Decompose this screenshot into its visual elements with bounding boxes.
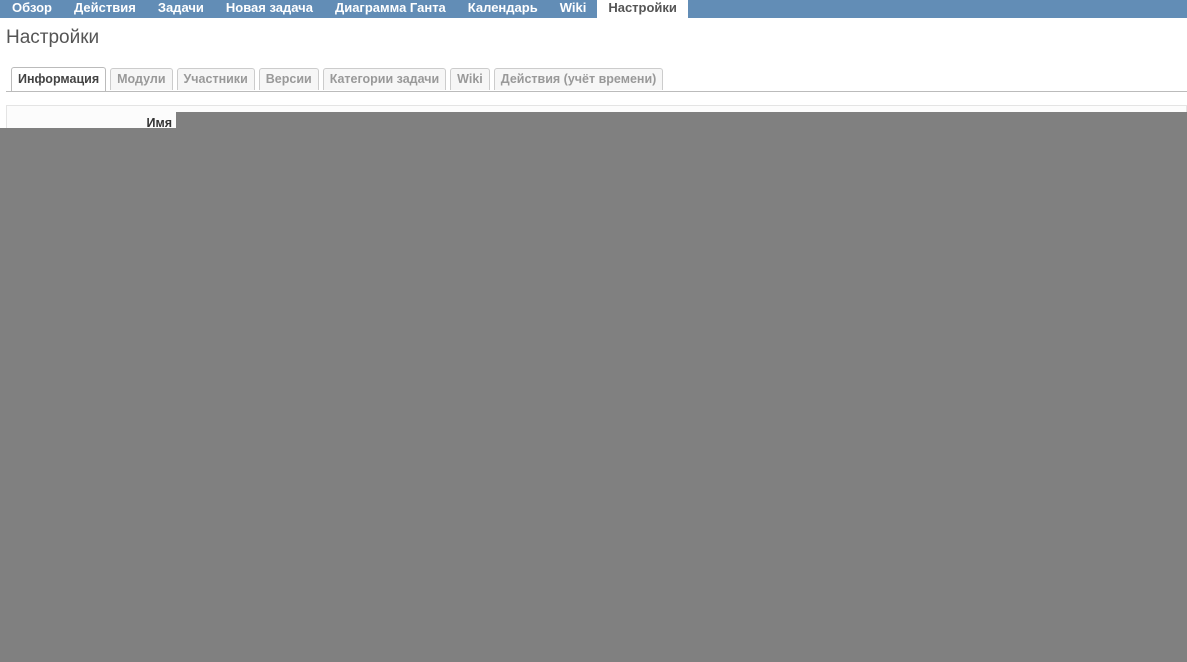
menu-item-activity[interactable]: Действия bbox=[63, 0, 147, 18]
menu-item-overview[interactable]: Обзор bbox=[1, 0, 63, 18]
tab-time-activities[interactable]: Действия (учёт времени) bbox=[493, 68, 664, 90]
tab-members[interactable]: Участники bbox=[176, 68, 255, 90]
main-menu: Обзор Действия Задачи Новая задача Диагр… bbox=[0, 0, 1187, 18]
menu-item-calendar[interactable]: Календарь bbox=[457, 0, 549, 18]
tab-versions[interactable]: Версии bbox=[258, 68, 319, 90]
tab-modules[interactable]: Модули bbox=[110, 68, 173, 90]
redacted-region bbox=[0, 128, 1187, 662]
menu-item-issues[interactable]: Задачи bbox=[147, 0, 215, 18]
page-title: Настройки bbox=[6, 27, 100, 48]
menu-item-settings[interactable]: Настройки bbox=[597, 0, 688, 18]
tab-info[interactable]: Информация bbox=[11, 67, 107, 91]
settings-tabs: Информация Модули Участники Версии Катег… bbox=[6, 67, 1187, 92]
menu-item-wiki[interactable]: Wiki bbox=[549, 0, 598, 18]
menu-item-new-issue[interactable]: Новая задача bbox=[215, 0, 324, 18]
tab-wiki[interactable]: Wiki bbox=[450, 68, 490, 90]
menu-item-gantt[interactable]: Диаграмма Ганта bbox=[324, 0, 457, 18]
redacted-region bbox=[176, 112, 1187, 128]
tab-issue-categories[interactable]: Категории задачи bbox=[322, 68, 447, 90]
